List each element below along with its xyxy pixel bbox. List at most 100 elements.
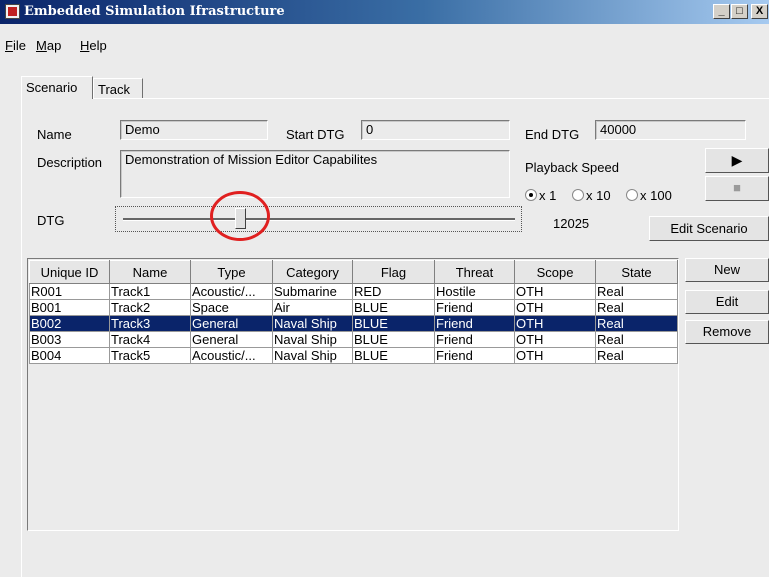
table-cell: Track3 — [109, 315, 191, 332]
column-header[interactable]: Threat — [434, 260, 515, 284]
table-cell: Friend — [434, 331, 515, 348]
application-window: Embedded Simulation Ifrastructure _ □ X … — [0, 0, 769, 577]
table-cell: B003 — [29, 331, 110, 348]
column-header[interactable]: Unique ID — [29, 260, 110, 284]
table-cell: Real — [595, 347, 678, 364]
table-row[interactable]: B001 Track2 Space Air BLUE Friend OTH Real — [29, 299, 678, 316]
start-dtg-label: Start DTG — [286, 127, 345, 142]
stop-button[interactable]: ■ — [705, 176, 769, 201]
table-cell: Acoustic/... — [190, 347, 273, 364]
table-cell: Track1 — [109, 283, 191, 300]
table-cell: OTH — [514, 299, 596, 316]
table-cell: General — [190, 331, 273, 348]
table-cell: Track4 — [109, 331, 191, 348]
table-cell: Real — [595, 315, 678, 332]
table-cell: Submarine — [272, 283, 353, 300]
table-cell: Track5 — [109, 347, 191, 364]
menu-file[interactable]: File — [5, 38, 26, 53]
column-header[interactable]: Scope — [514, 260, 596, 284]
table-cell: OTH — [514, 347, 596, 364]
edit-button[interactable]: Edit — [685, 290, 769, 314]
table-cell: General — [190, 315, 273, 332]
app-icon — [5, 4, 20, 19]
table-row[interactable]: R001 Track1 Acoustic/... Submarine RED Hostil… — [29, 283, 678, 300]
remove-button[interactable]: Remove — [685, 320, 769, 344]
name-field[interactable]: Demo — [120, 120, 268, 140]
dtg-slider-groove — [123, 218, 515, 221]
speed-x1-label: x 1 — [539, 188, 557, 203]
tracks-grid: Unique ID Name Type Category Flag Threat Scope… — [29, 260, 678, 364]
menu-map[interactable]: Map — [36, 38, 61, 53]
table-cell: OTH — [514, 283, 596, 300]
speed-x10-radio[interactable]: x 10 — [572, 188, 611, 203]
table-cell: Real — [595, 331, 678, 348]
table-cell: Real — [595, 299, 678, 316]
new-button[interactable]: New — [685, 258, 769, 282]
table-cell: Friend — [434, 299, 515, 316]
table-row[interactable]: B004 Track5 Acoustic/... Naval Ship BLUE Frie… — [29, 347, 678, 364]
table-row[interactable]: B003 Track4 General Naval Ship BLUE Friend OTH… — [29, 331, 678, 348]
start-dtg-field[interactable]: 0 — [361, 120, 510, 140]
table-cell: BLUE — [352, 315, 435, 332]
table-cell: Naval Ship — [272, 347, 353, 364]
radio-icon — [572, 189, 584, 201]
play-icon: ▶ — [731, 152, 743, 168]
column-header[interactable]: State — [595, 260, 678, 284]
table-cell: Friend — [434, 315, 515, 332]
menu-file-label: ile — [12, 38, 26, 53]
title-bar[interactable]: Embedded Simulation Ifrastructure _ □ X — [0, 0, 769, 24]
table-cell: Hostile — [434, 283, 515, 300]
menu-map-label: ap — [46, 38, 62, 53]
table-cell: RED — [352, 283, 435, 300]
column-header[interactable]: Type — [190, 260, 273, 284]
column-header[interactable]: Flag — [352, 260, 435, 284]
menu-map-mnemonic: M — [36, 38, 47, 53]
description-field[interactable]: Demonstration of Mission Editor Capabili… — [120, 150, 510, 198]
column-header[interactable]: Category — [272, 260, 353, 284]
table-cell: Space — [190, 299, 273, 316]
stop-icon: ■ — [733, 180, 741, 195]
table-body: R001 Track1 Acoustic/... Submarine RED Hostil… — [29, 283, 678, 364]
table-cell: Real — [595, 283, 678, 300]
description-label: Description — [37, 155, 103, 170]
end-dtg-field[interactable]: 40000 — [595, 120, 746, 140]
play-button[interactable]: ▶ — [705, 148, 769, 173]
speed-x100-radio[interactable]: x 100 — [626, 188, 672, 203]
maximize-button[interactable]: □ — [731, 4, 748, 19]
table-cell: BLUE — [352, 299, 435, 316]
menu-help[interactable]: Help — [80, 38, 107, 53]
dtg-value: 12025 — [553, 216, 590, 231]
table-cell: Acoustic/... — [190, 283, 273, 300]
table-cell: BLUE — [352, 347, 435, 364]
menu-file-mnemonic: F — [5, 38, 13, 53]
edit-scenario-button[interactable]: Edit Scenario — [649, 216, 769, 241]
window-title: Embedded Simulation Ifrastructure — [24, 4, 285, 19]
close-button[interactable]: X — [751, 4, 768, 19]
table-row[interactable]: B002 Track3 General Naval Ship BLUE Friend OTH… — [29, 315, 678, 332]
end-dtg-label: End DTG — [525, 127, 580, 142]
menu-bar: File Map Help — [0, 24, 769, 58]
column-header[interactable]: Name — [109, 260, 191, 284]
menu-help-mnemonic: H — [80, 38, 90, 53]
radio-icon — [626, 189, 638, 201]
table-cell: Naval Ship — [272, 315, 353, 332]
table-cell: Air — [272, 299, 353, 316]
table-cell: B004 — [29, 347, 110, 364]
table-cell: OTH — [514, 331, 596, 348]
radio-selected-icon — [525, 189, 537, 201]
speed-x1-radio[interactable]: x 1 — [525, 188, 556, 203]
table-cell: Naval Ship — [272, 331, 353, 348]
table-cell: OTH — [514, 315, 596, 332]
playback-speed-label: Playback Speed — [525, 160, 619, 175]
table-cell: Friend — [434, 347, 515, 364]
table-cell: R001 — [29, 283, 110, 300]
menu-help-label: elp — [89, 38, 107, 53]
tab-scenario[interactable]: Scenario — [21, 76, 93, 99]
table-cell: B002 — [29, 315, 110, 332]
minimize-button[interactable]: _ — [713, 4, 730, 19]
tracks-table: Unique ID Name Type Category Flag Threat Scope… — [27, 258, 679, 531]
name-label: Name — [37, 127, 72, 142]
dtg-label: DTG — [37, 213, 65, 228]
table-cell: Track2 — [109, 299, 191, 316]
tab-track[interactable]: Track — [93, 78, 143, 99]
